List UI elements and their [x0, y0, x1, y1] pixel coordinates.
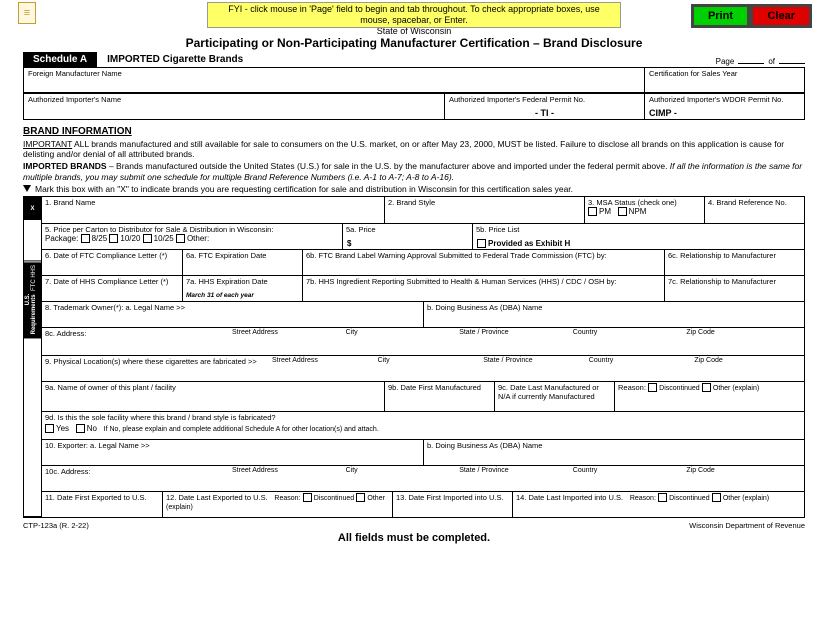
- ftc-date[interactable]: 6. Date of FTC Compliance Letter (*): [42, 250, 182, 275]
- sole-no[interactable]: [76, 424, 85, 433]
- date-first-mfr[interactable]: 9b. Date First Manufactured: [384, 382, 494, 411]
- oth-14[interactable]: [712, 493, 721, 502]
- other-9c[interactable]: [702, 383, 711, 392]
- row-1: 1. Brand Name 2. Brand Style 3. MSA Stat…: [42, 197, 804, 223]
- important-para: IMPORTANT ALL brands manufactured and st…: [23, 139, 805, 159]
- disc-12[interactable]: [303, 493, 312, 502]
- schedule-title: IMPORTED Cigarette Brands: [107, 54, 243, 65]
- tm-legal[interactable]: 8. Trademark Owner(*): a. Legal Name >>: [42, 302, 423, 327]
- row-3: 6. Date of FTC Compliance Letter (*) 6a.…: [42, 249, 804, 275]
- header-grid-1: Foreign Manufacturer Name Certification …: [23, 67, 805, 93]
- date-last-mfr[interactable]: 9c. Date Last Manufactured or N/A if cur…: [494, 382, 614, 411]
- fyi-note: FYI - click mouse in 'Page' field to beg…: [207, 2, 621, 28]
- form-header: State of Wisconsin Participating or Non-…: [0, 26, 828, 50]
- page-field[interactable]: [738, 54, 764, 64]
- document-icon: ≡: [18, 2, 36, 24]
- brand-table: X U.S. Requirements FTC HHS 1. Brand Nam…: [23, 196, 805, 518]
- brand-ref-cell[interactable]: 4. Brand Reference No.: [704, 197, 804, 223]
- row-5: 8. Trademark Owner(*): a. Legal Name >> …: [42, 301, 804, 327]
- phys-loc: 9. Physical Location(s) where these ciga…: [42, 356, 804, 381]
- ftc-exp[interactable]: 6a. FTC Expiration Date: [182, 250, 302, 275]
- mark-row: Mark this box with an "X" to indicate br…: [23, 184, 805, 194]
- row-8: 9a. Name of owner of this plant / facili…: [42, 381, 804, 411]
- row-10: 10. Exporter: a. Legal Name >> b. Doing …: [42, 439, 804, 465]
- pkg-825[interactable]: [81, 234, 90, 243]
- tm-dba[interactable]: b. Doing Business As (DBA) Name: [423, 302, 804, 327]
- addr-10c: 10c. Address: Street Address City State …: [42, 466, 804, 491]
- page-of: Page of: [716, 54, 805, 66]
- date-last-imp: 14. Date Last Imported into U.S. Reason:…: [512, 492, 804, 517]
- dept-label: Wisconsin Department of Revenue: [689, 521, 805, 530]
- us-req-label: U.S. Requirements FTC HHS: [24, 262, 41, 338]
- all-fields-label: All fields must be completed.: [23, 532, 805, 544]
- ftc-by[interactable]: 6b. FTC Brand Label Warning Approval Sub…: [302, 250, 664, 275]
- importer-name-cell[interactable]: Authorized Importer's Name: [24, 93, 444, 119]
- footer-row: CTP-123a (R. 2-22) Wisconsin Department …: [23, 521, 805, 530]
- exp-dba[interactable]: b. Doing Business As (DBA) Name: [423, 440, 804, 465]
- form-id: CTP-123a (R. 2-22): [23, 521, 89, 530]
- date-first-exp[interactable]: 11. Date First Exported to U.S.: [42, 492, 162, 517]
- exhibit-h-checkbox[interactable]: [477, 239, 486, 248]
- disc-9c[interactable]: [648, 383, 657, 392]
- pm-checkbox[interactable]: [588, 207, 597, 216]
- brand-style-cell[interactable]: 2. Brand Style: [384, 197, 584, 223]
- top-bar: ≡ FYI - click mouse in 'Page' field to b…: [0, 0, 828, 26]
- row-2: 5. Price per Carton to Distributor for S…: [42, 223, 804, 249]
- sole-yes[interactable]: [45, 424, 54, 433]
- print-button[interactable]: Print: [691, 4, 750, 28]
- wdor-permit-cell[interactable]: Authorized Importer's WDOR Permit No. CI…: [644, 93, 804, 119]
- blank-rot2: [24, 338, 41, 517]
- npm-checkbox[interactable]: [618, 207, 627, 216]
- owner-name[interactable]: 9a. Name of owner of this plant / facili…: [42, 382, 384, 411]
- addr-8c: 8c. Address: Street Address City State /…: [42, 328, 804, 355]
- pkg-1020[interactable]: [109, 234, 118, 243]
- row-11-14: 11. Date First Exported to U.S. 12. Date…: [42, 491, 804, 517]
- sole-facility: 9d. Is this the sole facility where this…: [42, 412, 804, 439]
- price-cell[interactable]: 5a. Price $: [342, 224, 472, 249]
- reason-9c: Reason: Discontinued Other (explain): [614, 382, 804, 411]
- pkg-other[interactable]: [176, 234, 185, 243]
- clear-button[interactable]: Clear: [750, 4, 812, 28]
- disc-14[interactable]: [658, 493, 667, 502]
- hhs-date[interactable]: 7. Date of HHS Compliance Letter (*): [42, 276, 182, 301]
- page-title: Participating or Non-Participating Manuf…: [0, 36, 828, 50]
- foreign-mfr-cell[interactable]: Foreign Manufacturer Name: [24, 68, 644, 92]
- ftc-rel[interactable]: 6c. Relationship to Manufacturer: [664, 250, 804, 275]
- imported-para: IMPORTED BRANDS – Brands manufactured ou…: [23, 161, 805, 181]
- price-box: 5. Price per Carton to Distributor for S…: [42, 224, 342, 249]
- brand-info-heading: BRAND INFORMATION: [23, 126, 805, 137]
- exp-legal[interactable]: 10. Exporter: a. Legal Name >>: [42, 440, 423, 465]
- cert-year-cell[interactable]: Certification for Sales Year: [644, 68, 804, 92]
- hhs-by[interactable]: 7b. HHS Ingredient Reporting Submitted t…: [302, 276, 664, 301]
- row-9d: 9d. Is this the sole facility where this…: [42, 411, 804, 439]
- date-first-imp[interactable]: 13. Date First Imported into U.S.: [392, 492, 512, 517]
- header-grid-2: Authorized Importer's Name Authorized Im…: [23, 93, 805, 120]
- triangle-icon: [23, 185, 31, 192]
- x-header[interactable]: X: [24, 197, 41, 220]
- schedule-badge: Schedule A: [23, 52, 97, 67]
- msa-status-cell: 3. MSA Status (check one) PM NPM: [584, 197, 704, 223]
- hhs-rel[interactable]: 7c. Relationship to Manufacturer: [664, 276, 804, 301]
- row-4: 7. Date of HHS Compliance Letter (*) 7a.…: [42, 275, 804, 301]
- hhs-exp[interactable]: 7a. HHS Expiration Date March 31 of each…: [182, 276, 302, 301]
- table-rows: 1. Brand Name 2. Brand Style 3. MSA Stat…: [42, 197, 804, 517]
- pricelist-cell: 5b. Price List Provided as Exhibit H: [472, 224, 804, 249]
- schedule-row: Schedule A IMPORTED Cigarette Brands Pag…: [23, 52, 805, 67]
- page-total-field[interactable]: [779, 54, 805, 64]
- brand-name-cell[interactable]: 1. Brand Name: [42, 197, 384, 223]
- fed-permit-cell[interactable]: Authorized Importer's Federal Permit No.…: [444, 93, 644, 119]
- pkg-1025[interactable]: [143, 234, 152, 243]
- row-6[interactable]: 8c. Address: Street Address City State /…: [42, 327, 804, 355]
- blank-rot: [24, 220, 41, 261]
- oth-12[interactable]: [356, 493, 365, 502]
- rot-col: X U.S. Requirements FTC HHS: [24, 197, 42, 517]
- row-7[interactable]: 9. Physical Location(s) where these ciga…: [42, 355, 804, 381]
- row-10c[interactable]: 10c. Address: Street Address City State …: [42, 465, 804, 491]
- date-last-exp: 12. Date Last Exported to U.S. Reason: D…: [162, 492, 392, 517]
